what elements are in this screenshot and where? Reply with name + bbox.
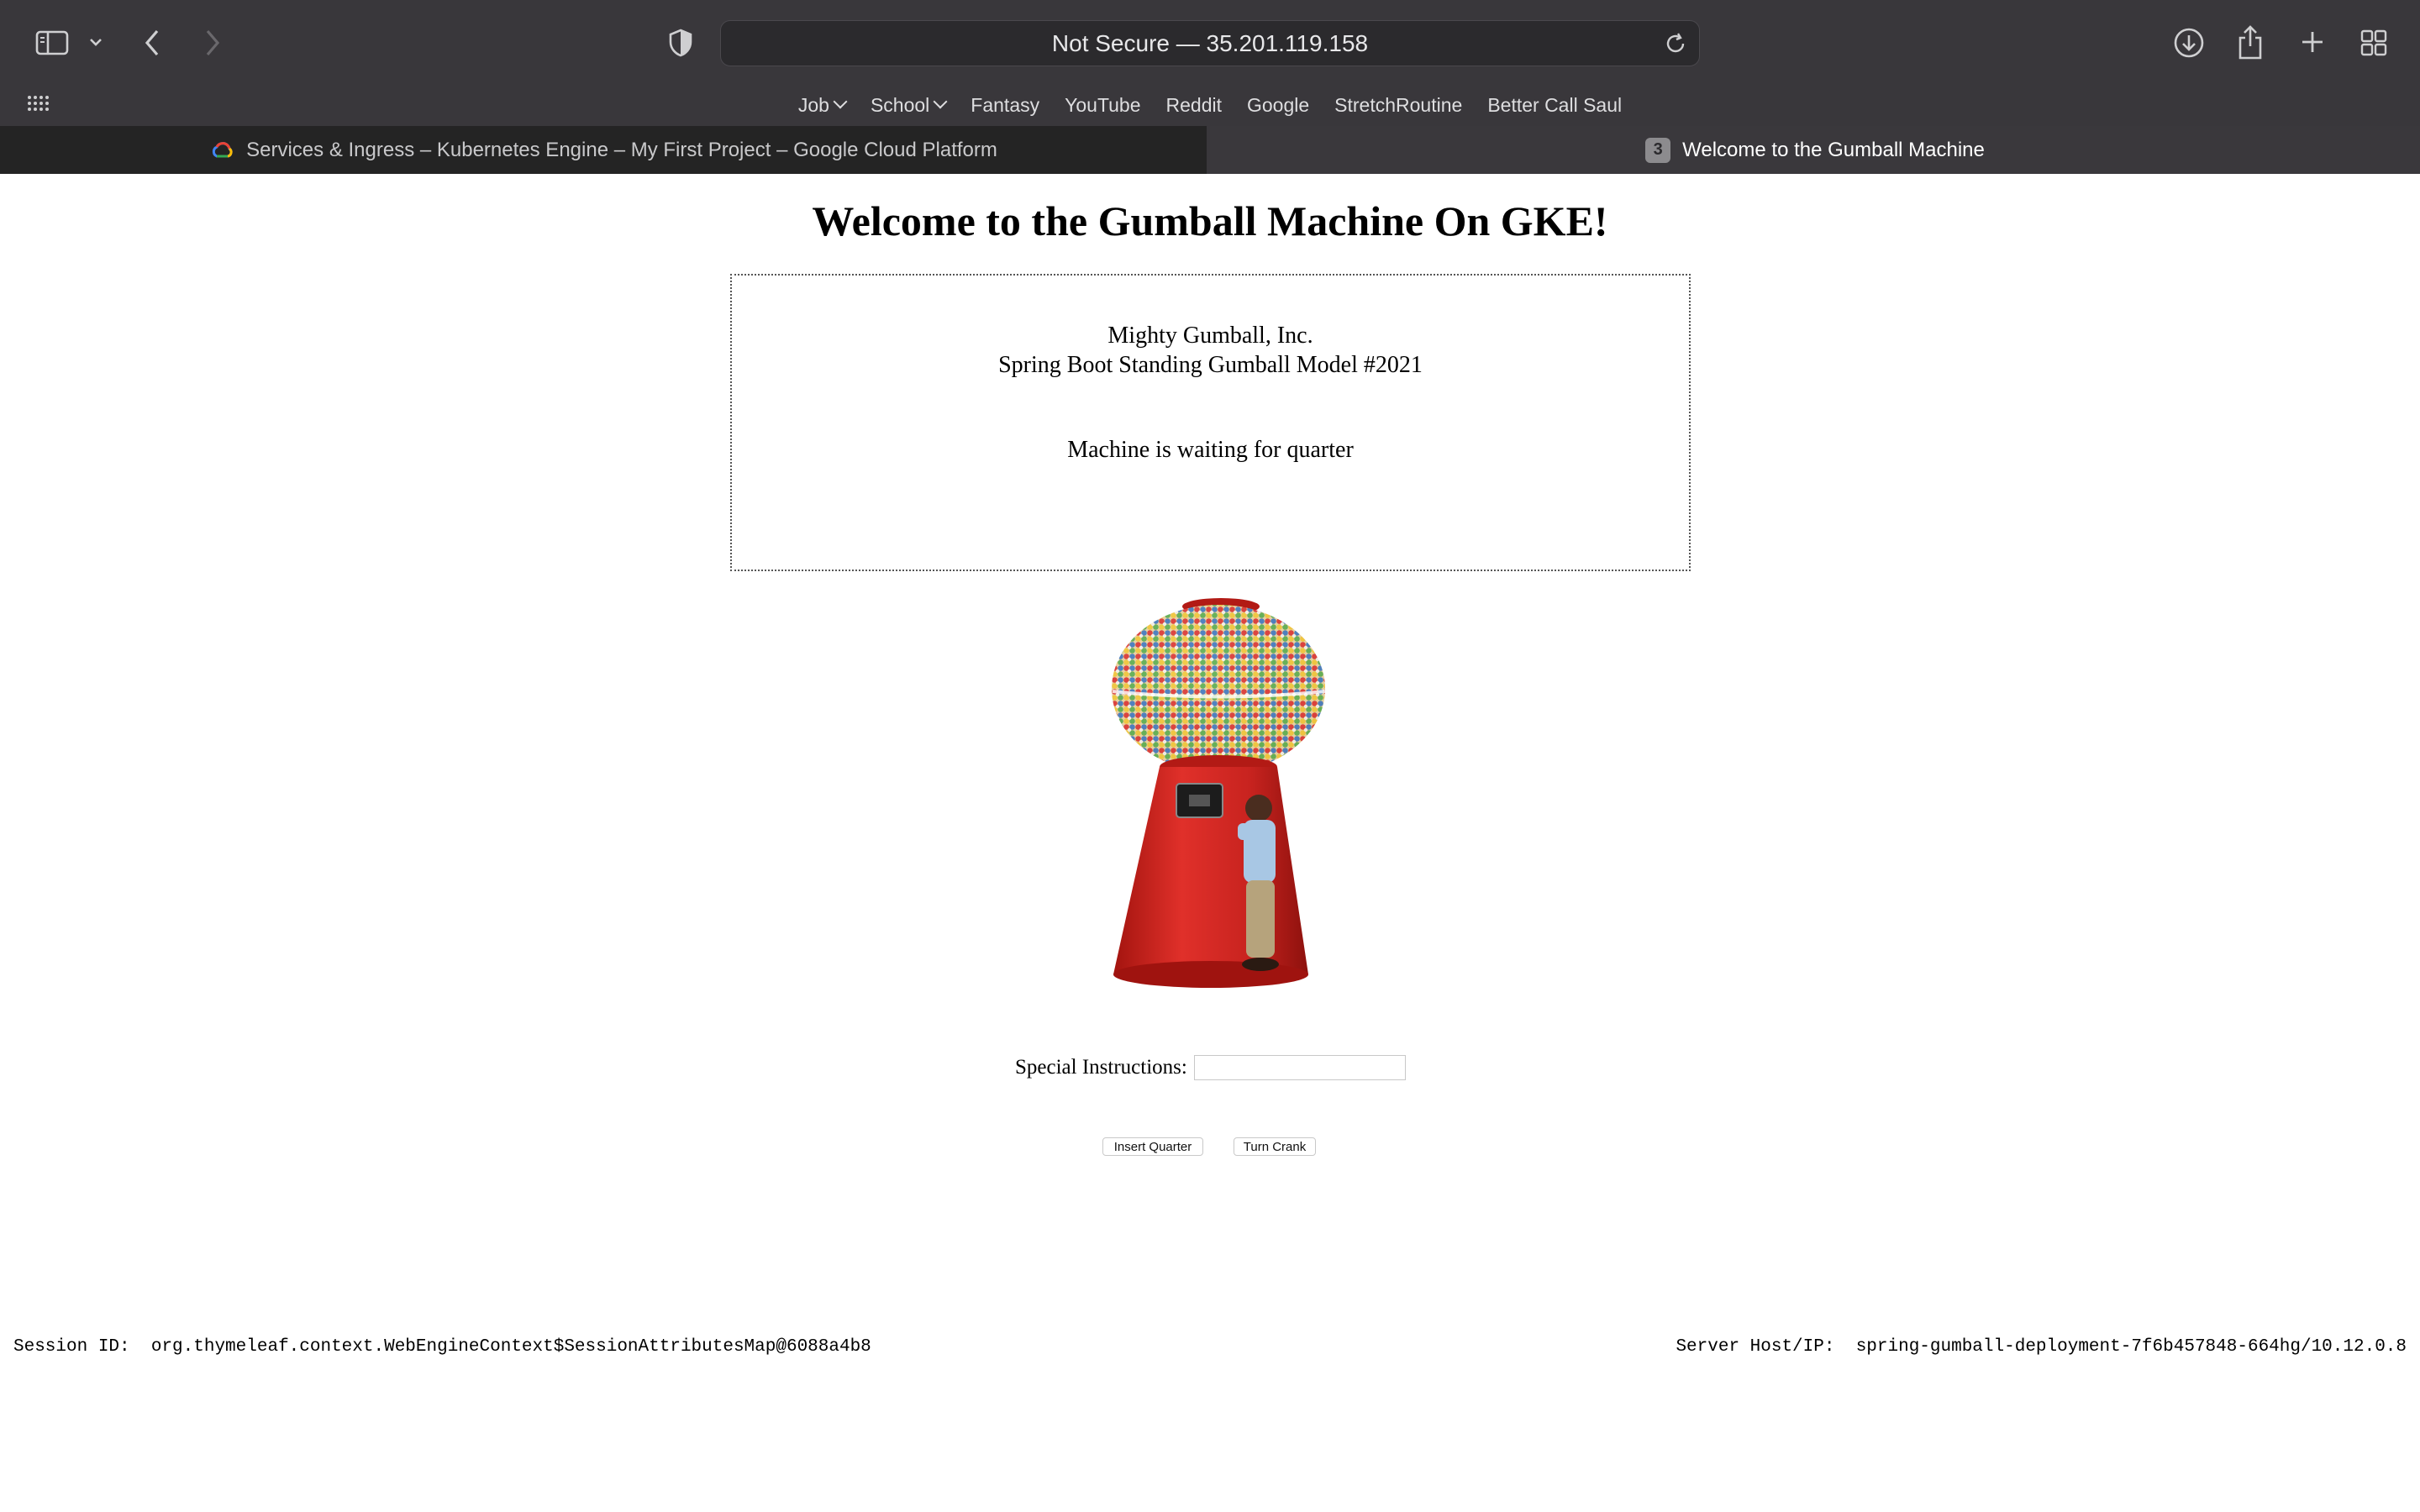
bookmark-label: Google bbox=[1247, 93, 1310, 116]
company-name: Mighty Gumball, Inc. bbox=[1107, 323, 1313, 349]
machine-status: Machine is waiting for quarter bbox=[1067, 437, 1354, 463]
session-value: org.thymeleaf.context.WebEngineContext$S… bbox=[150, 1337, 871, 1357]
bookmark-label: Job bbox=[797, 93, 829, 116]
insert-quarter-button[interactable]: Insert Quarter bbox=[1102, 1137, 1203, 1156]
bookmark-label: School bbox=[870, 93, 930, 116]
forward-arrow-icon[interactable] bbox=[200, 27, 225, 59]
special-instructions-input[interactable] bbox=[1193, 1055, 1406, 1080]
turn-crank-button[interactable]: Turn Crank bbox=[1234, 1137, 1316, 1156]
share-icon[interactable] bbox=[2235, 24, 2265, 60]
bookmark-label: StretchRoutine bbox=[1334, 93, 1463, 116]
privacy-shield-icon[interactable] bbox=[666, 27, 696, 59]
session-info: Session ID: org.thymeleaf.context.WebEng… bbox=[13, 1337, 871, 1357]
bookmark-label: Reddit bbox=[1165, 93, 1222, 116]
new-tab-plus-icon[interactable] bbox=[2297, 27, 2328, 57]
downloads-icon[interactable] bbox=[2171, 25, 2207, 60]
bookmark-label: Better Call Saul bbox=[1487, 93, 1623, 116]
machine-info-box: Mighty Gumball, Inc. Spring Boot Standin… bbox=[730, 274, 1691, 571]
server-info: Server Host/IP: spring-gumball-deploymen… bbox=[1676, 1337, 2407, 1357]
bookmark-youtube[interactable]: YouTube bbox=[1065, 94, 1140, 117]
tab-google-cloud[interactable]: Services & Ingress – Kubernetes Engine –… bbox=[0, 126, 1207, 174]
bookmark-stretchroutine[interactable]: StretchRoutine bbox=[1334, 94, 1462, 117]
tab-gumball-machine[interactable]: 3 Welcome to the Gumball Machine bbox=[1210, 126, 2420, 174]
bookmark-fantasy[interactable]: Fantasy bbox=[971, 94, 1039, 117]
page-title: Welcome to the Gumball Machine On GKE! bbox=[812, 197, 1608, 244]
server-value: spring-gumball-deployment-7f6b457848-664… bbox=[1855, 1337, 2407, 1357]
server-label: Server Host/IP: bbox=[1676, 1337, 1835, 1357]
back-arrow-icon[interactable] bbox=[139, 27, 165, 59]
bookmark-school[interactable]: School bbox=[870, 93, 948, 117]
tab-title: Welcome to the Gumball Machine bbox=[1682, 138, 1985, 161]
google-cloud-icon bbox=[213, 141, 233, 157]
bookmark-google[interactable]: Google bbox=[1247, 94, 1309, 117]
chevron-down-icon bbox=[933, 94, 948, 109]
chevron-down-icon bbox=[833, 94, 848, 109]
bookmark-label: Fantasy bbox=[971, 93, 1040, 116]
tab-title: Services & Ingress – Kubernetes Engine –… bbox=[246, 138, 997, 161]
chevron-down-icon[interactable] bbox=[86, 32, 106, 52]
session-label: Session ID: bbox=[13, 1337, 130, 1357]
bookmark-label: YouTube bbox=[1065, 93, 1141, 116]
reload-icon[interactable] bbox=[1662, 30, 1689, 57]
bookmarks-list: Job School Fantasy YouTube Reddit Google… bbox=[0, 86, 2420, 124]
tab-overview-icon[interactable] bbox=[2358, 27, 2390, 59]
sidebar-toggle-icon[interactable] bbox=[34, 29, 71, 57]
url-text: Not Secure — 35.201.119.158 bbox=[1051, 29, 1369, 56]
bookmark-reddit[interactable]: Reddit bbox=[1166, 94, 1222, 117]
address-bar[interactable]: Not Secure — 35.201.119.158 bbox=[720, 20, 1700, 66]
bookmark-better-call-saul[interactable]: Better Call Saul bbox=[1487, 94, 1622, 117]
model-name: Spring Boot Standing Gumball Model #2021 bbox=[998, 352, 1423, 378]
gumball-machine-image bbox=[1112, 598, 1326, 988]
special-instructions-label: Special Instructions: bbox=[1015, 1056, 1187, 1079]
special-instructions-row: Special Instructions: bbox=[1015, 1055, 1406, 1080]
bookmark-job[interactable]: Job bbox=[797, 93, 848, 117]
tab-count-badge: 3 bbox=[1645, 137, 1671, 163]
